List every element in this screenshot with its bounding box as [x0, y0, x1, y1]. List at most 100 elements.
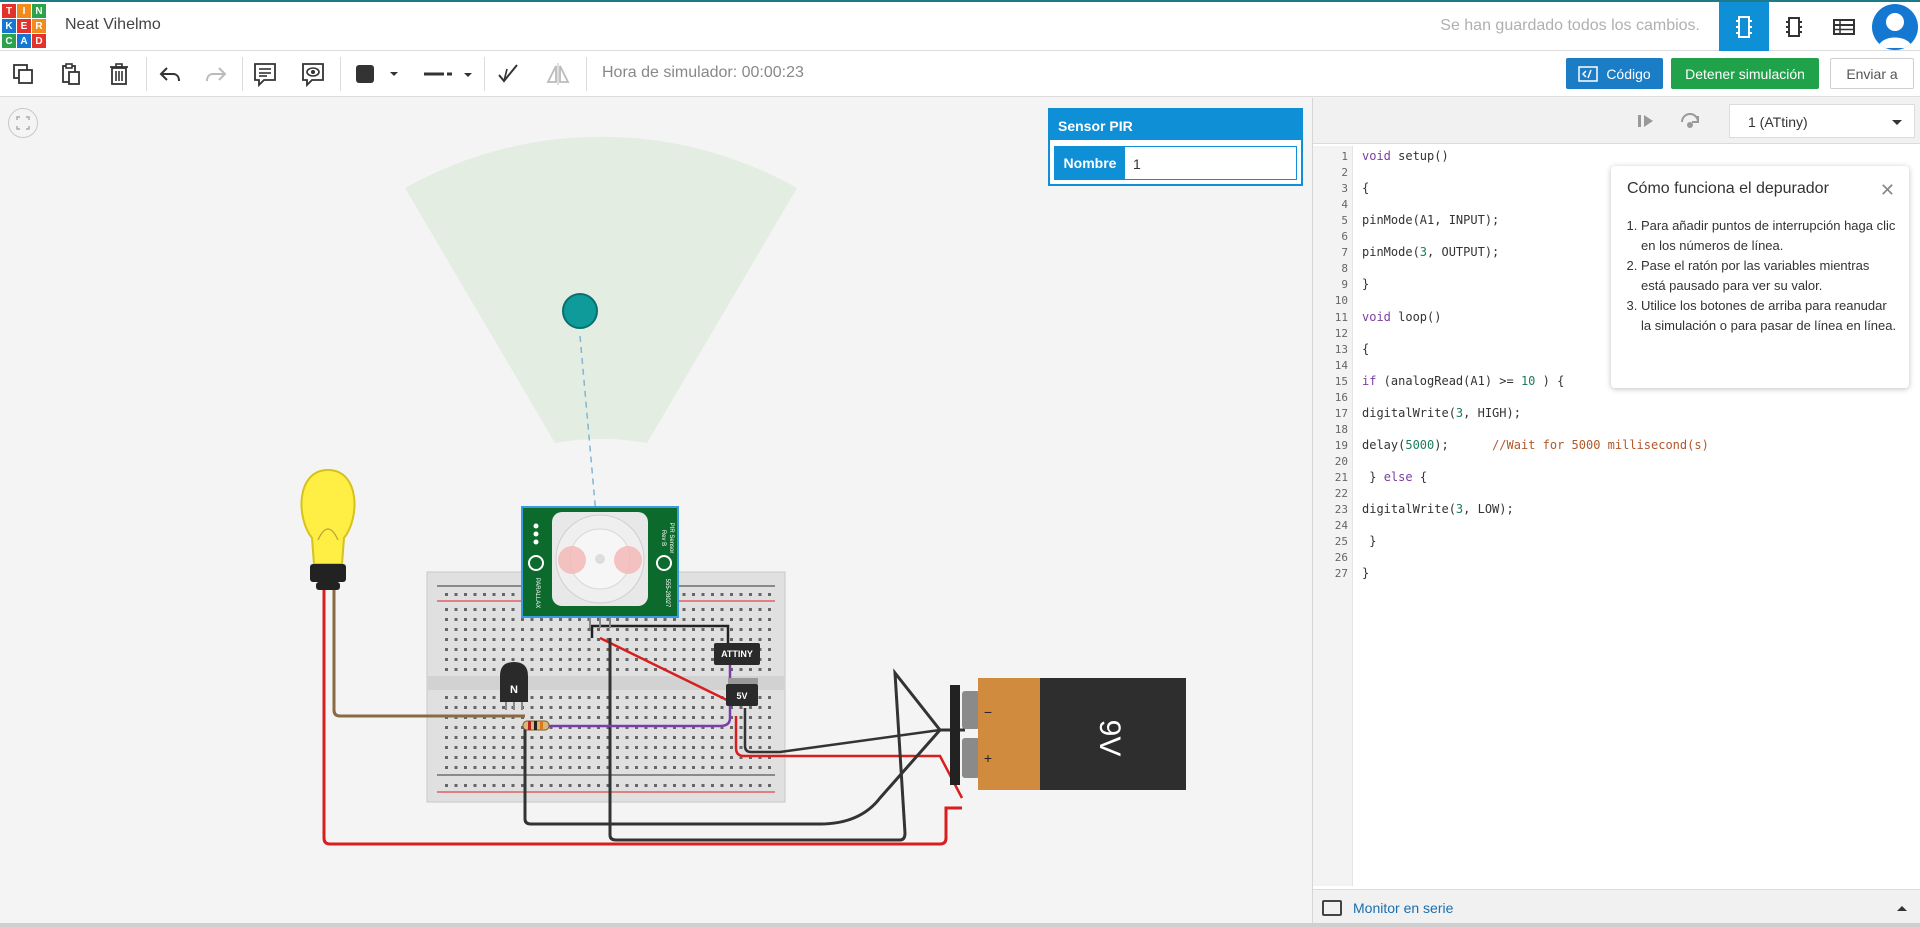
stop-simulation-button[interactable]: Detener simulación [1671, 58, 1819, 89]
component-list-button[interactable] [1819, 2, 1869, 51]
tinkercad-logo[interactable]: TIN KER CAD [2, 4, 46, 48]
breadboard-hole [502, 608, 505, 611]
device-selector[interactable]: 1 (ATtiny) [1729, 104, 1915, 138]
line-number[interactable]: 13 [1335, 343, 1348, 356]
code-line[interactable]: } else { [1362, 470, 1427, 484]
line-number[interactable]: 18 [1335, 423, 1348, 436]
circuit-view-button[interactable] [1719, 2, 1769, 51]
redo-button[interactable] [199, 58, 233, 90]
battery-voltage-label: 9V [1093, 720, 1126, 757]
line-number[interactable]: 5 [1341, 214, 1348, 227]
breadboard-hole [635, 756, 638, 759]
line-number[interactable]: 24 [1335, 519, 1348, 532]
breadboard-hole [568, 628, 572, 631]
color-picker-dropdown[interactable] [348, 58, 404, 90]
chevron-up-icon[interactable] [1897, 906, 1907, 911]
breadboard-hole [454, 618, 458, 621]
wire-style-dropdown[interactable] [414, 58, 476, 90]
breadboard-hole [616, 784, 619, 787]
line-number[interactable]: 16 [1335, 391, 1348, 404]
line-number[interactable]: 6 [1341, 230, 1348, 243]
line-number[interactable]: 14 [1335, 359, 1348, 372]
code-line[interactable]: pinMode(3, OUTPUT); [1362, 245, 1499, 259]
line-number[interactable]: 7 [1341, 246, 1348, 259]
line-number[interactable]: 23 [1335, 503, 1348, 516]
line-number[interactable]: 11 [1335, 311, 1348, 324]
breadboard-hole [635, 736, 638, 739]
send-to-button[interactable]: Enviar a [1830, 58, 1914, 89]
schematic-view-button[interactable] [1769, 2, 1819, 51]
code-line[interactable]: pinMode(A1, INPUT); [1362, 213, 1499, 227]
close-icon[interactable]: ✕ [1880, 180, 1895, 201]
serial-monitor-bar[interactable]: Monitor en serie [1313, 889, 1920, 927]
code-button[interactable]: Código [1566, 58, 1663, 89]
step-over-button[interactable] [1679, 110, 1701, 132]
line-number[interactable]: 22 [1335, 487, 1348, 500]
line-number[interactable]: 10 [1335, 294, 1348, 307]
breadboard-hole [654, 696, 657, 699]
breadboard-hole [701, 658, 705, 661]
line-number[interactable]: 19 [1335, 439, 1348, 452]
line-number[interactable]: 26 [1335, 551, 1348, 564]
breadboard-hole [616, 618, 619, 621]
line-number[interactable]: 15 [1335, 375, 1348, 388]
delete-button[interactable] [102, 58, 136, 90]
code-line[interactable]: void setup() [1362, 149, 1449, 163]
code-line[interactable]: void loop() [1362, 310, 1441, 324]
line-number[interactable]: 4 [1341, 198, 1348, 211]
code-line[interactable]: { [1362, 181, 1369, 195]
project-title[interactable]: Neat Vihelmo [65, 16, 161, 34]
breadboard-hole [749, 618, 752, 621]
breadboard-hole [483, 766, 486, 769]
code-line[interactable]: if (analogRead(A1) >= 10 ) { [1362, 374, 1564, 388]
breadboard-hole [692, 706, 695, 709]
code-line[interactable]: } [1362, 566, 1369, 580]
line-number[interactable]: 9 [1341, 278, 1348, 291]
breadboard-hole [492, 784, 496, 787]
line-number[interactable]: 12 [1335, 327, 1348, 340]
breadboard-hole [445, 608, 448, 611]
line-number[interactable]: 17 [1335, 407, 1348, 420]
code-line[interactable]: delay(5000); //Wait for 5000 millisecond… [1362, 438, 1709, 452]
code-line[interactable]: { [1362, 342, 1369, 356]
line-number[interactable]: 8 [1341, 262, 1348, 275]
name-field[interactable]: 1 [1125, 147, 1296, 179]
breadboard-hole [692, 608, 695, 611]
line-number[interactable]: 20 [1335, 455, 1348, 468]
line-number[interactable]: 25 [1335, 535, 1348, 548]
breadboard-hole [625, 618, 629, 621]
breadboard-hole [559, 756, 562, 759]
line-number[interactable]: 1 [1341, 150, 1348, 163]
toggle-notes-visibility-button[interactable] [296, 58, 330, 90]
breadboard-hole [730, 726, 733, 729]
serial-monitor-label[interactable]: Monitor en serie [1353, 900, 1453, 916]
line-number-gutter[interactable]: 1 2 3 4 5 6 7 8 9 10 11 12 13 14 15 16 17 18 19 20 21 22 23 24 2… [1313, 146, 1353, 886]
code-line[interactable]: } [1362, 534, 1376, 548]
copy-button[interactable] [6, 58, 40, 90]
line-number[interactable]: 2 [1341, 166, 1348, 179]
breadboard-hole [540, 668, 543, 671]
paste-button[interactable] [54, 58, 88, 90]
circuit-canvas[interactable]: N ATTINY 5V PIR Sensor Rev B 555-28027 P… [0, 98, 1310, 927]
line-number[interactable]: 27 [1335, 567, 1348, 580]
notes-button[interactable] [248, 58, 282, 90]
breadboard-hole [673, 628, 676, 631]
code-line[interactable]: digitalWrite(3, LOW); [1362, 502, 1514, 516]
wire-tool-button[interactable] [491, 58, 525, 90]
undo-button[interactable] [153, 58, 187, 90]
breadboard-hole [483, 706, 486, 709]
code-line[interactable]: digitalWrite(3, HIGH); [1362, 406, 1521, 420]
flip-button[interactable] [541, 58, 575, 90]
code-line[interactable]: } [1362, 277, 1369, 291]
step-button[interactable] [1635, 110, 1657, 132]
breadboard-hole [720, 766, 724, 769]
breadboard-hole [654, 648, 657, 651]
save-status: Se han guardado todos los cambios. [1440, 17, 1700, 34]
user-avatar[interactable] [1872, 4, 1918, 50]
horizontal-scrollbar[interactable] [0, 923, 1920, 927]
breadboard-hole [768, 696, 771, 699]
toolbar-separator [484, 57, 485, 91]
line-number[interactable]: 3 [1341, 182, 1348, 195]
breadboard-hole [483, 668, 486, 671]
line-number[interactable]: 21 [1335, 471, 1348, 484]
